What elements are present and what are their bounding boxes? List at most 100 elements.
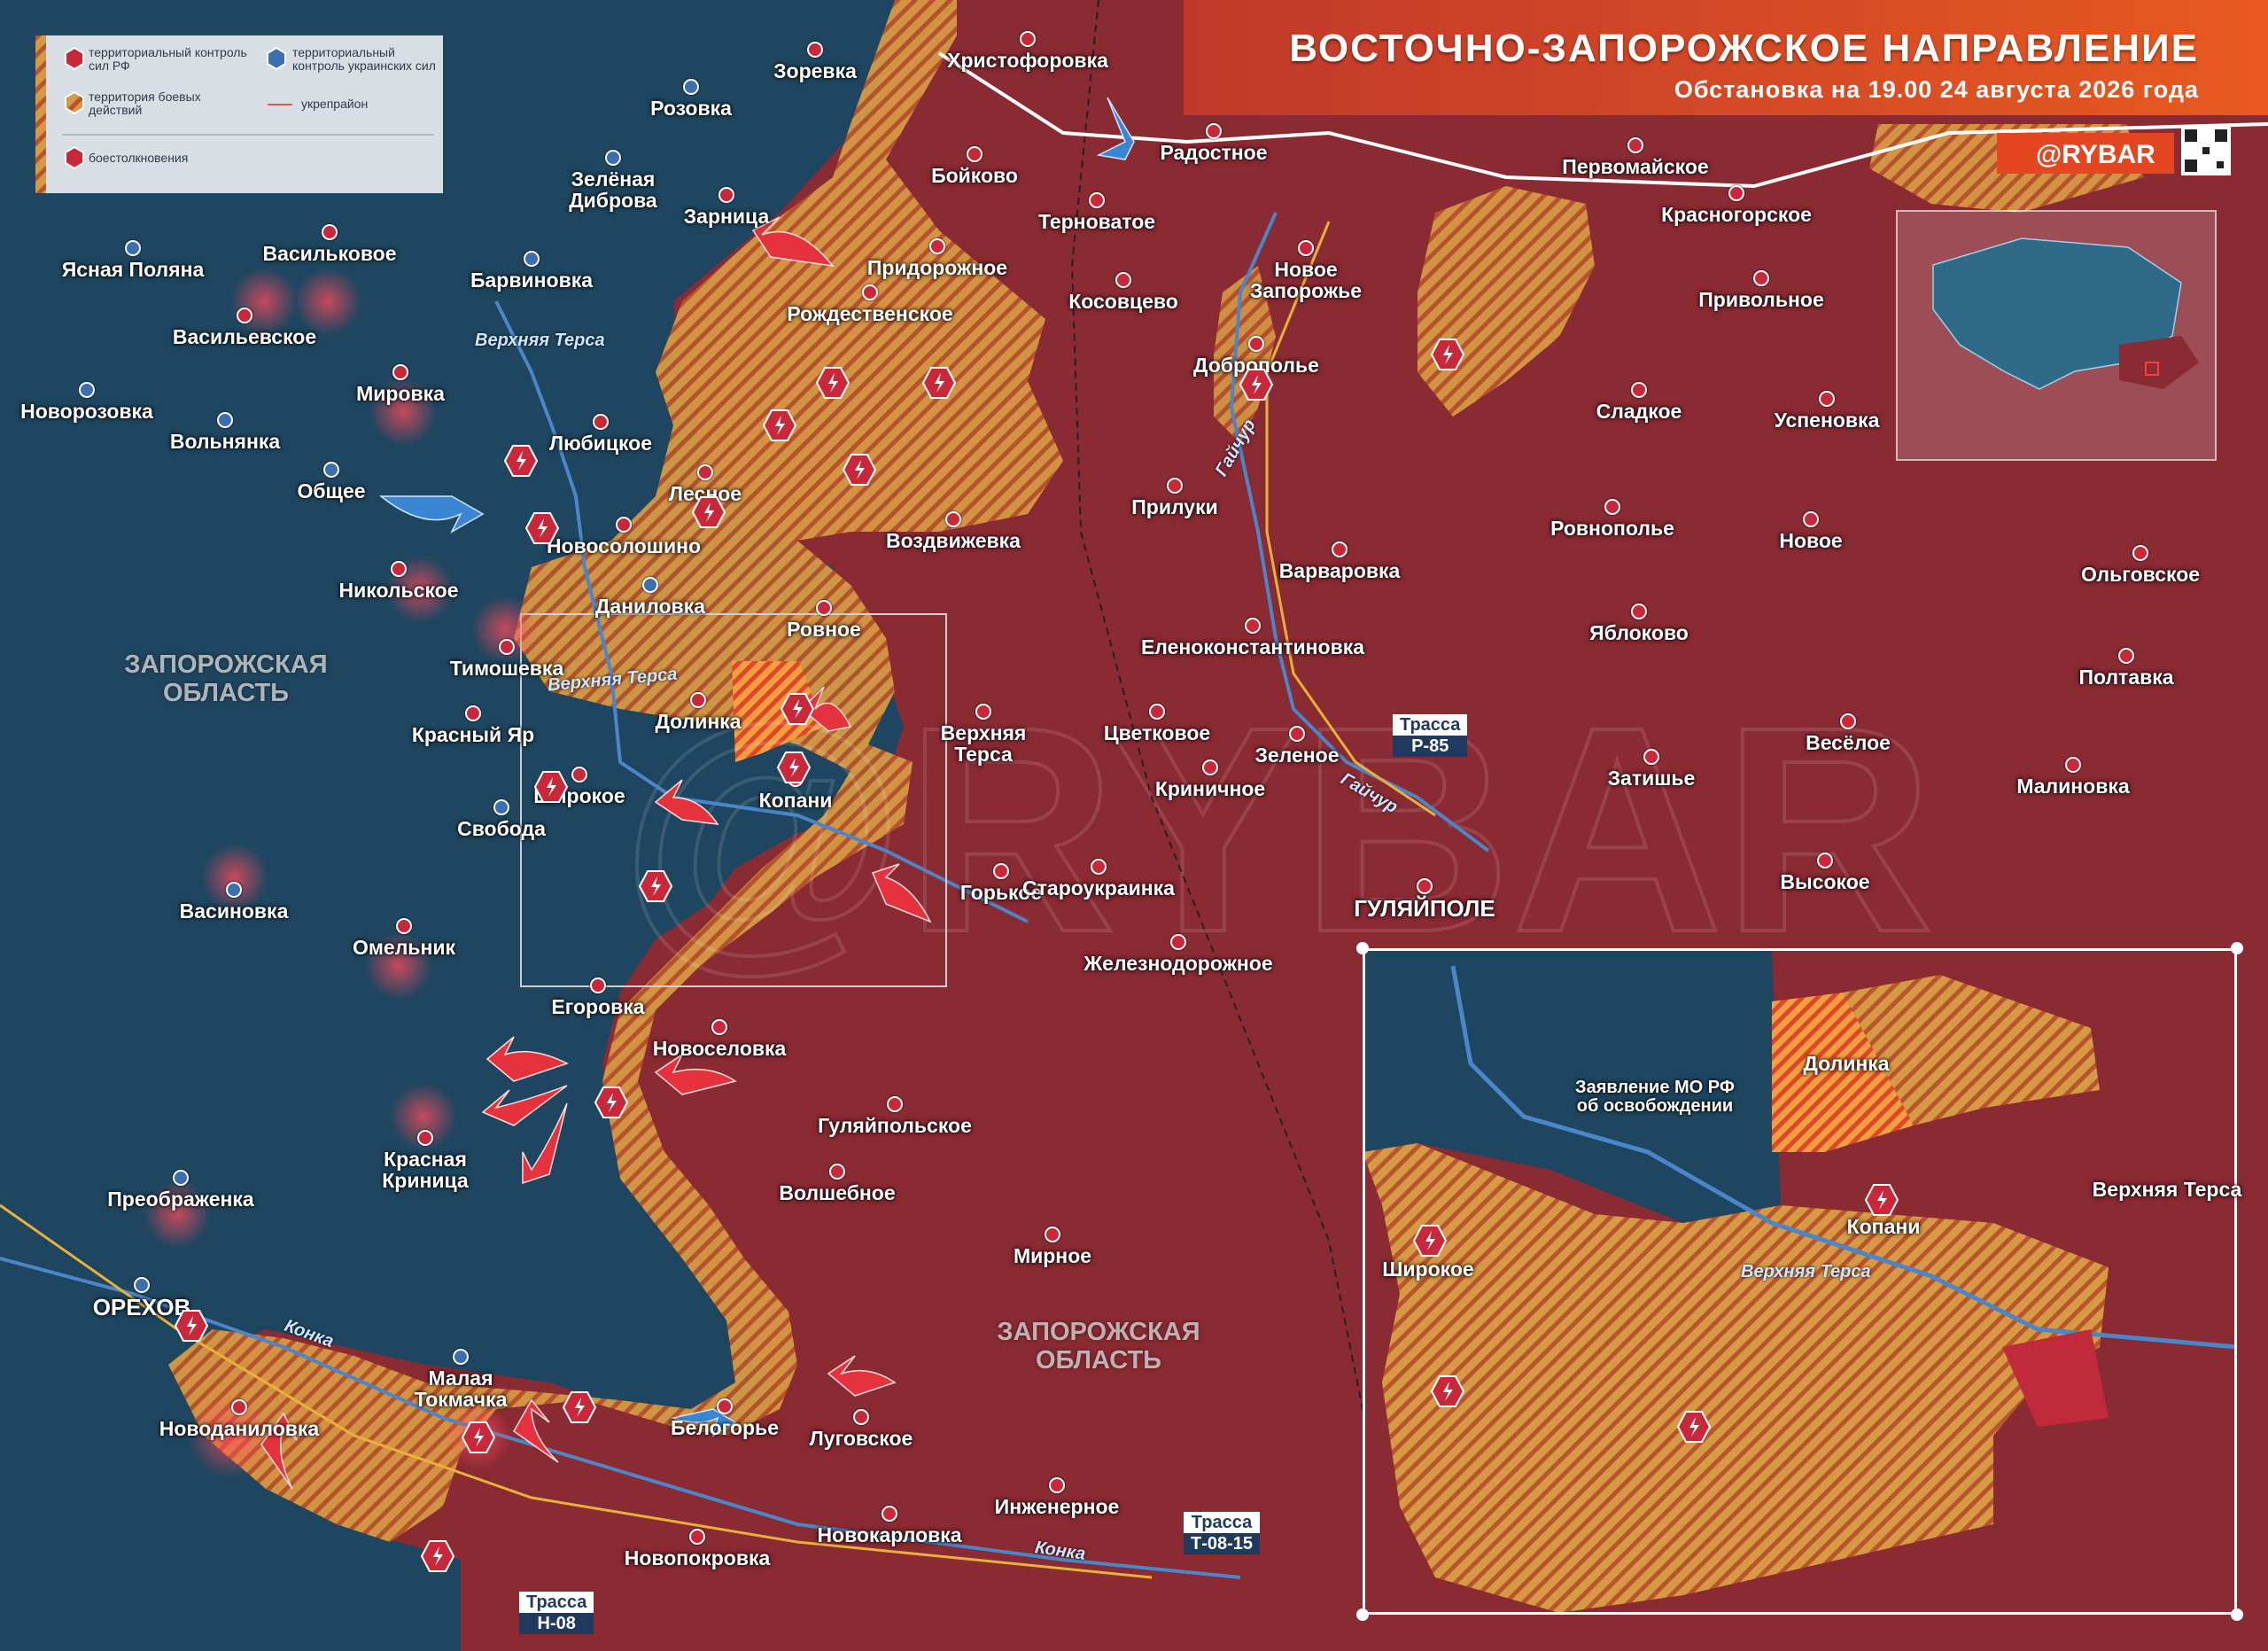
settlement-label: Ольговское [2080,563,2201,586]
route-label: Трасса [1184,1512,1261,1533]
route-p85: Трасса Р-85 [1393,714,1468,757]
route-code: Н-08 [519,1613,594,1634]
ru-settlement-marker [499,639,515,655]
inset-corner [2231,1608,2243,1621]
settlement-label: Варваровка [1278,559,1401,582]
legend-ru-control: территориальный контроль сил РФ [89,45,247,74]
ru-settlement-marker [882,1506,897,1522]
settlement-label: Волшебное [779,1181,896,1204]
legend-contested: территория боевых действий [89,90,201,118]
settlement-label: Зелёная Диброва [569,167,657,213]
ua-settlement-marker [134,1277,150,1293]
clash-marker-icon [816,367,850,399]
ua-settlement-marker [605,150,621,166]
ru-settlement-marker [616,517,632,533]
ru-settlement-marker [945,511,961,527]
settlement-label: Придорожное [866,256,1008,279]
settlement-label: Новое Запорожье [1249,258,1363,303]
settlement-label: Тимошевка [449,657,564,680]
ru-settlement-marker [853,1409,869,1425]
ru-settlement-marker [1643,749,1659,765]
settlement-label: Христофоровка [947,49,1108,72]
ru-settlement-marker [322,224,338,240]
ru-settlement-marker [690,692,706,708]
settlement-label: Успеновка [1774,409,1880,432]
inset-detail [1363,948,2237,1615]
settlement-label: Мирное [1013,1244,1092,1267]
clash-marker-icon [922,367,956,399]
statement-line2: об освобождении [1576,1096,1734,1116]
ru-settlement-marker [1248,336,1264,352]
map-stage: @RYBAR ВОСТОЧНО-ЗАПОРОЖСКОЕ НАПРАВЛЕНИЕ … [0,0,2268,1651]
settlement-label: Зоревка [773,59,857,82]
ru-settlement-marker [417,1130,433,1146]
settlement-label: Васильковое [262,242,397,265]
settlement-label: Ровное [787,618,861,641]
brand-label[interactable]: @RYBAR [2036,140,2155,170]
settlement-label: Косовцево [1068,290,1178,313]
settlement-label: Сладкое [1596,400,1682,423]
inset-place-label: Долинка [1803,1052,1890,1075]
region-label-line2: ОБЛАСТЬ [1035,1345,1162,1375]
settlement-label: Омельник [353,936,455,959]
ru-settlement-marker [1289,726,1305,742]
settlement-label: Вольнянка [169,430,281,453]
clash-marker-icon [1431,339,1464,370]
settlement-label: Первомайское [1562,155,1709,178]
settlement-label: Новокарловка [817,1523,962,1546]
settlement-label: Цветковое [1103,721,1211,744]
settlement-label: Новоселовка [652,1037,787,1060]
clash-marker-icon [563,1391,596,1423]
ru-settlement-marker [590,977,606,993]
ru-settlement-marker [1840,713,1856,729]
settlement-label: Затишье [1607,767,1696,790]
clash-marker-icon [1413,1225,1447,1257]
settlement-label: Красный Яр [411,723,535,746]
settlement-label: Прилуки [1131,495,1218,518]
settlement-label: Инженерное [994,1495,1120,1518]
settlement-label: Зеленое [1254,744,1340,767]
settlement-label: Еленоконстантиновка [1140,635,1365,658]
settlement-label: Зарница [683,205,770,228]
settlement-label: Васиновка [179,899,289,923]
ru-settlement-marker [697,464,713,480]
ru-settlement-marker [2118,648,2134,664]
settlement-label: ГУЛЯЙПОЛЕ [1354,895,1495,922]
region-label-line1: ЗАПОРОЖСКАЯ [997,1318,1200,1346]
settlement-label: Новое [1779,529,1843,552]
ru-settlement-marker [862,284,878,300]
settlement-label: Даниловка [594,595,706,618]
settlement-label: Белогорье [671,1416,779,1439]
clash-marker-icon [594,1086,628,1118]
settlement-label: Преображенка [107,1188,254,1211]
clash-marker-icon [525,512,559,544]
ua-settlement-marker [323,462,339,478]
ru-settlement-marker [1604,499,1620,515]
settlement-label: Мировка [356,382,445,405]
statement-line1: Заявление МО РФ [1575,1078,1735,1097]
region-label-south: ЗАПОРОЖСКАЯ ОБЛАСТЬ [997,1318,1200,1375]
settlement-label: Гуляйпольское [818,1114,972,1137]
region-label-line2: ОБЛАСТЬ [162,678,290,707]
qr-code-icon [2181,126,2231,175]
ru-settlement-marker [1631,604,1647,619]
ru-settlement-marker [1091,859,1107,875]
ru-settlement-marker [1753,270,1769,286]
ru-settlement-marker [807,42,823,58]
ru-settlement-marker [993,863,1009,879]
ru-settlement-marker [887,1096,903,1112]
ru-settlement-marker [391,561,407,577]
settlement-label: Ясная Поляна [61,258,205,281]
ru-settlement-marker [2132,545,2148,561]
clash-marker-icon [777,752,811,783]
clash-marker-icon [175,1310,208,1342]
ru-settlement-marker [1819,391,1835,407]
settlement-label: Егоровка [551,995,645,1018]
settlement-label: Малая Токмачка [414,1367,508,1412]
clash-marker-icon [1239,369,1273,401]
inset-corner [1356,1608,1369,1621]
ru-settlement-marker [396,918,412,934]
ru-settlement-marker [1206,123,1222,139]
settlement-label: Воздвижевка [886,529,1021,552]
inset-corner [2231,942,2243,954]
